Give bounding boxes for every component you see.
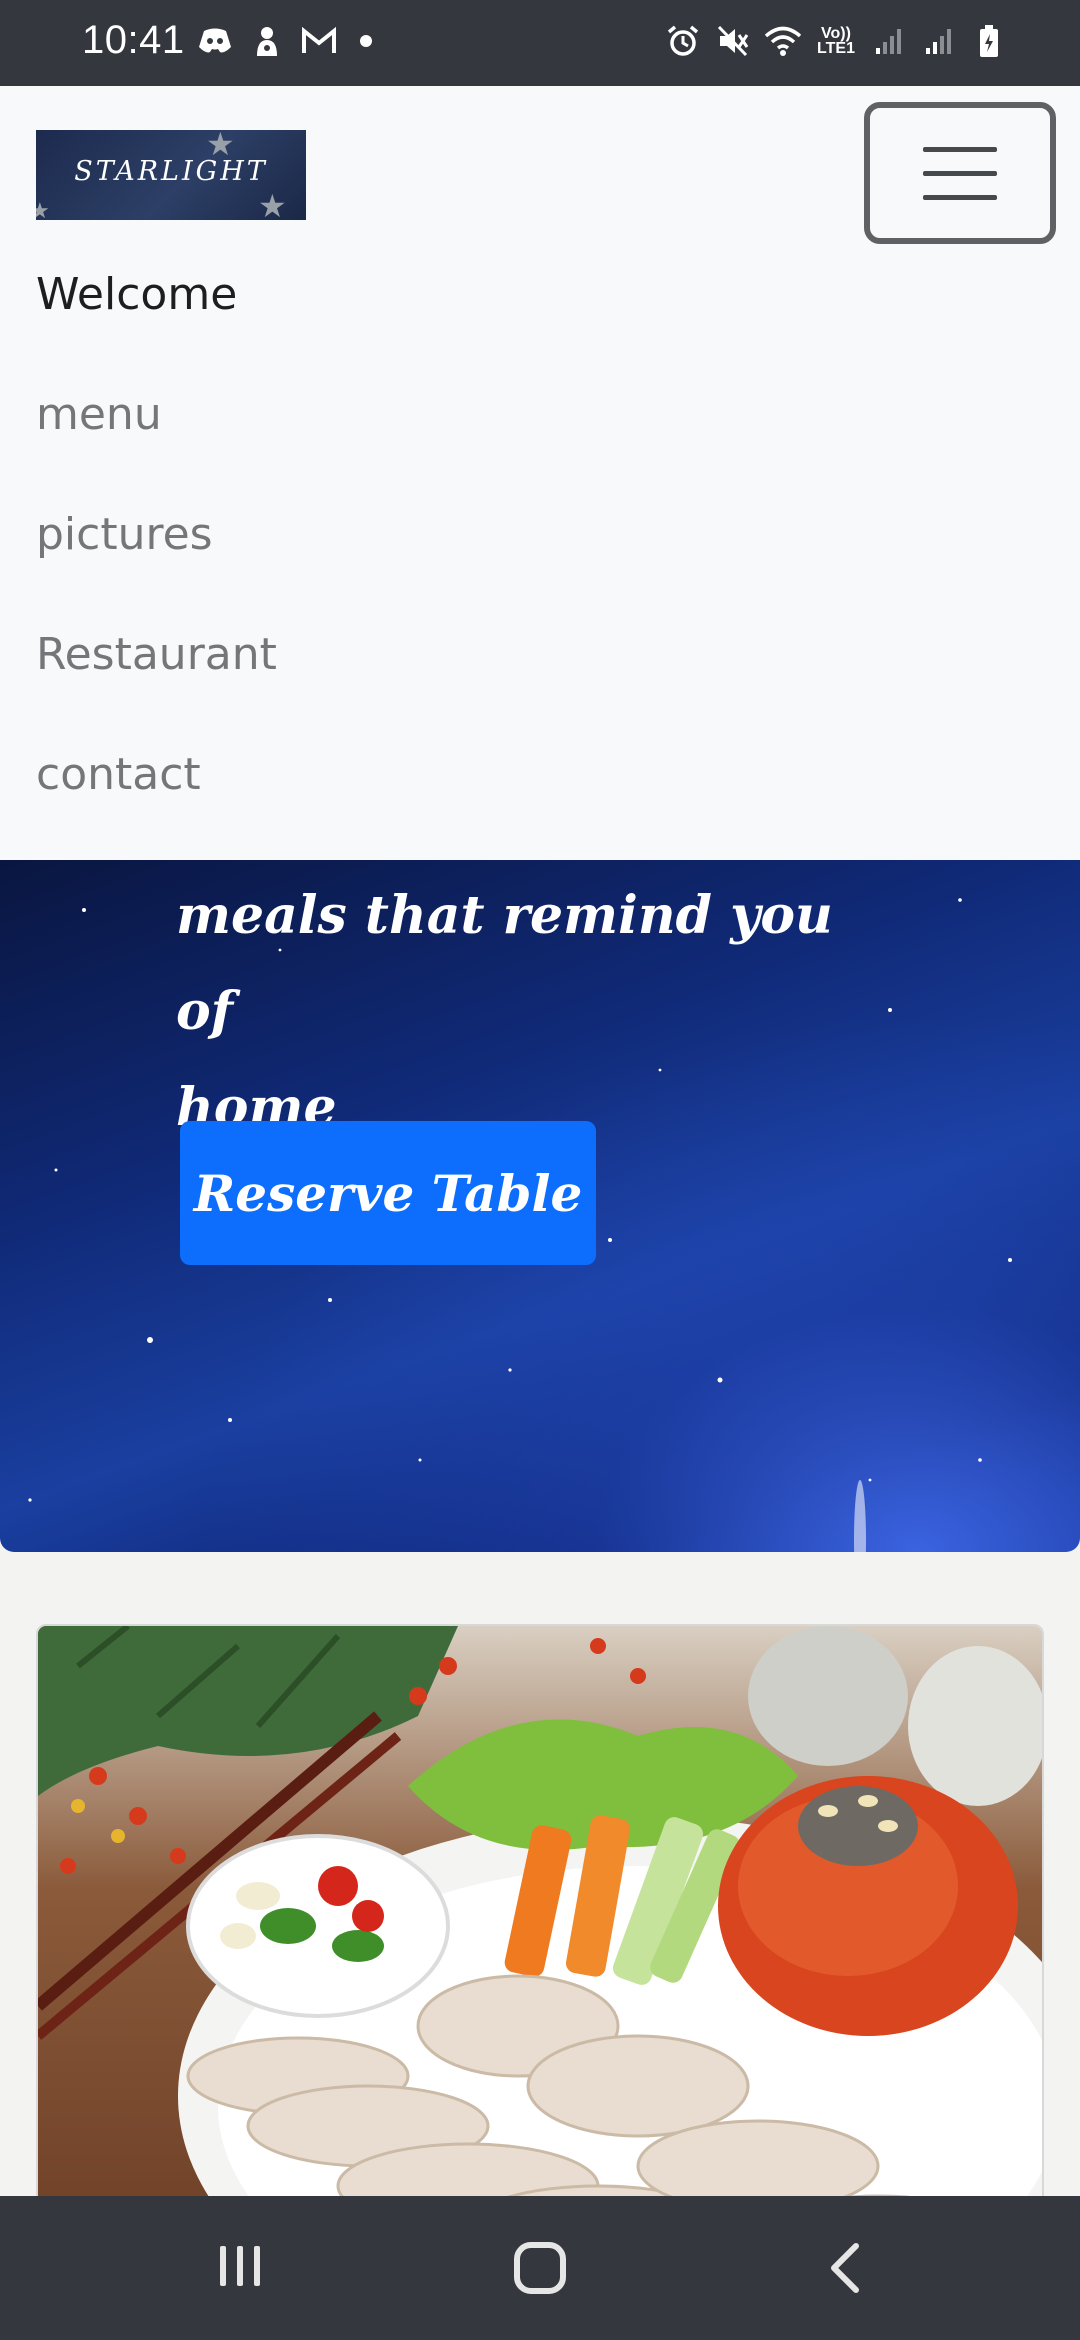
hero-section: meals that remind you of home Reserve Ta… [0,860,1080,1552]
nav-link-restaurant[interactable]: Restaurant [36,629,277,680]
home-icon[interactable] [512,2240,568,2300]
food-platter-image [38,1626,1042,2282]
nav-link-pictures[interactable]: pictures [36,509,213,560]
logo-text: STARLIGHT [74,156,268,187]
system-navigation-bar [0,2196,1080,2340]
signal-icon [870,22,908,60]
hero-tagline-line1: meals that remind you of [176,885,833,1042]
brand-logo[interactable]: ★ ★ ★ STARLIGHT [36,130,306,220]
nav-link-welcome[interactable]: Welcome [36,269,237,320]
gmail-icon [300,22,338,60]
food-card [36,1624,1044,2284]
notification-app-icon [248,22,286,60]
volte-icon: Vo)) LTE1 [814,22,858,60]
status-left-icons [196,22,372,60]
wifi-icon [764,22,802,60]
back-icon[interactable] [824,2240,864,2300]
battery-icon [970,22,1008,60]
hamburger-icon [923,146,997,200]
status-bar: 10:41 Vo)) LTE1 [0,0,1080,86]
signal-icon-2 [920,22,958,60]
reserve-table-button[interactable]: Reserve Table [180,1121,596,1265]
star-icon: ★ [258,187,287,220]
navbar-toggler-button[interactable] [864,102,1056,244]
volte-label-top: Vo)) [821,25,851,42]
recent-apps-icon[interactable] [214,2240,266,2296]
alarm-icon [664,22,702,60]
navbar: ★ ★ ★ STARLIGHT Welcome menu pictures Re… [0,86,1080,860]
status-right-icons: Vo)) LTE1 [664,22,1008,60]
dot-icon [360,35,372,47]
hero-tagline: meals that remind you of home [176,868,876,1156]
volte-label-bottom: LTE1 [817,40,855,57]
mute-icon [714,22,752,60]
star-icon: ★ [36,199,50,220]
nav-link-contact[interactable]: contact [36,749,201,800]
status-time: 10:41 [82,18,185,62]
discord-icon [196,22,234,60]
nav-link-menu[interactable]: menu [36,389,162,440]
